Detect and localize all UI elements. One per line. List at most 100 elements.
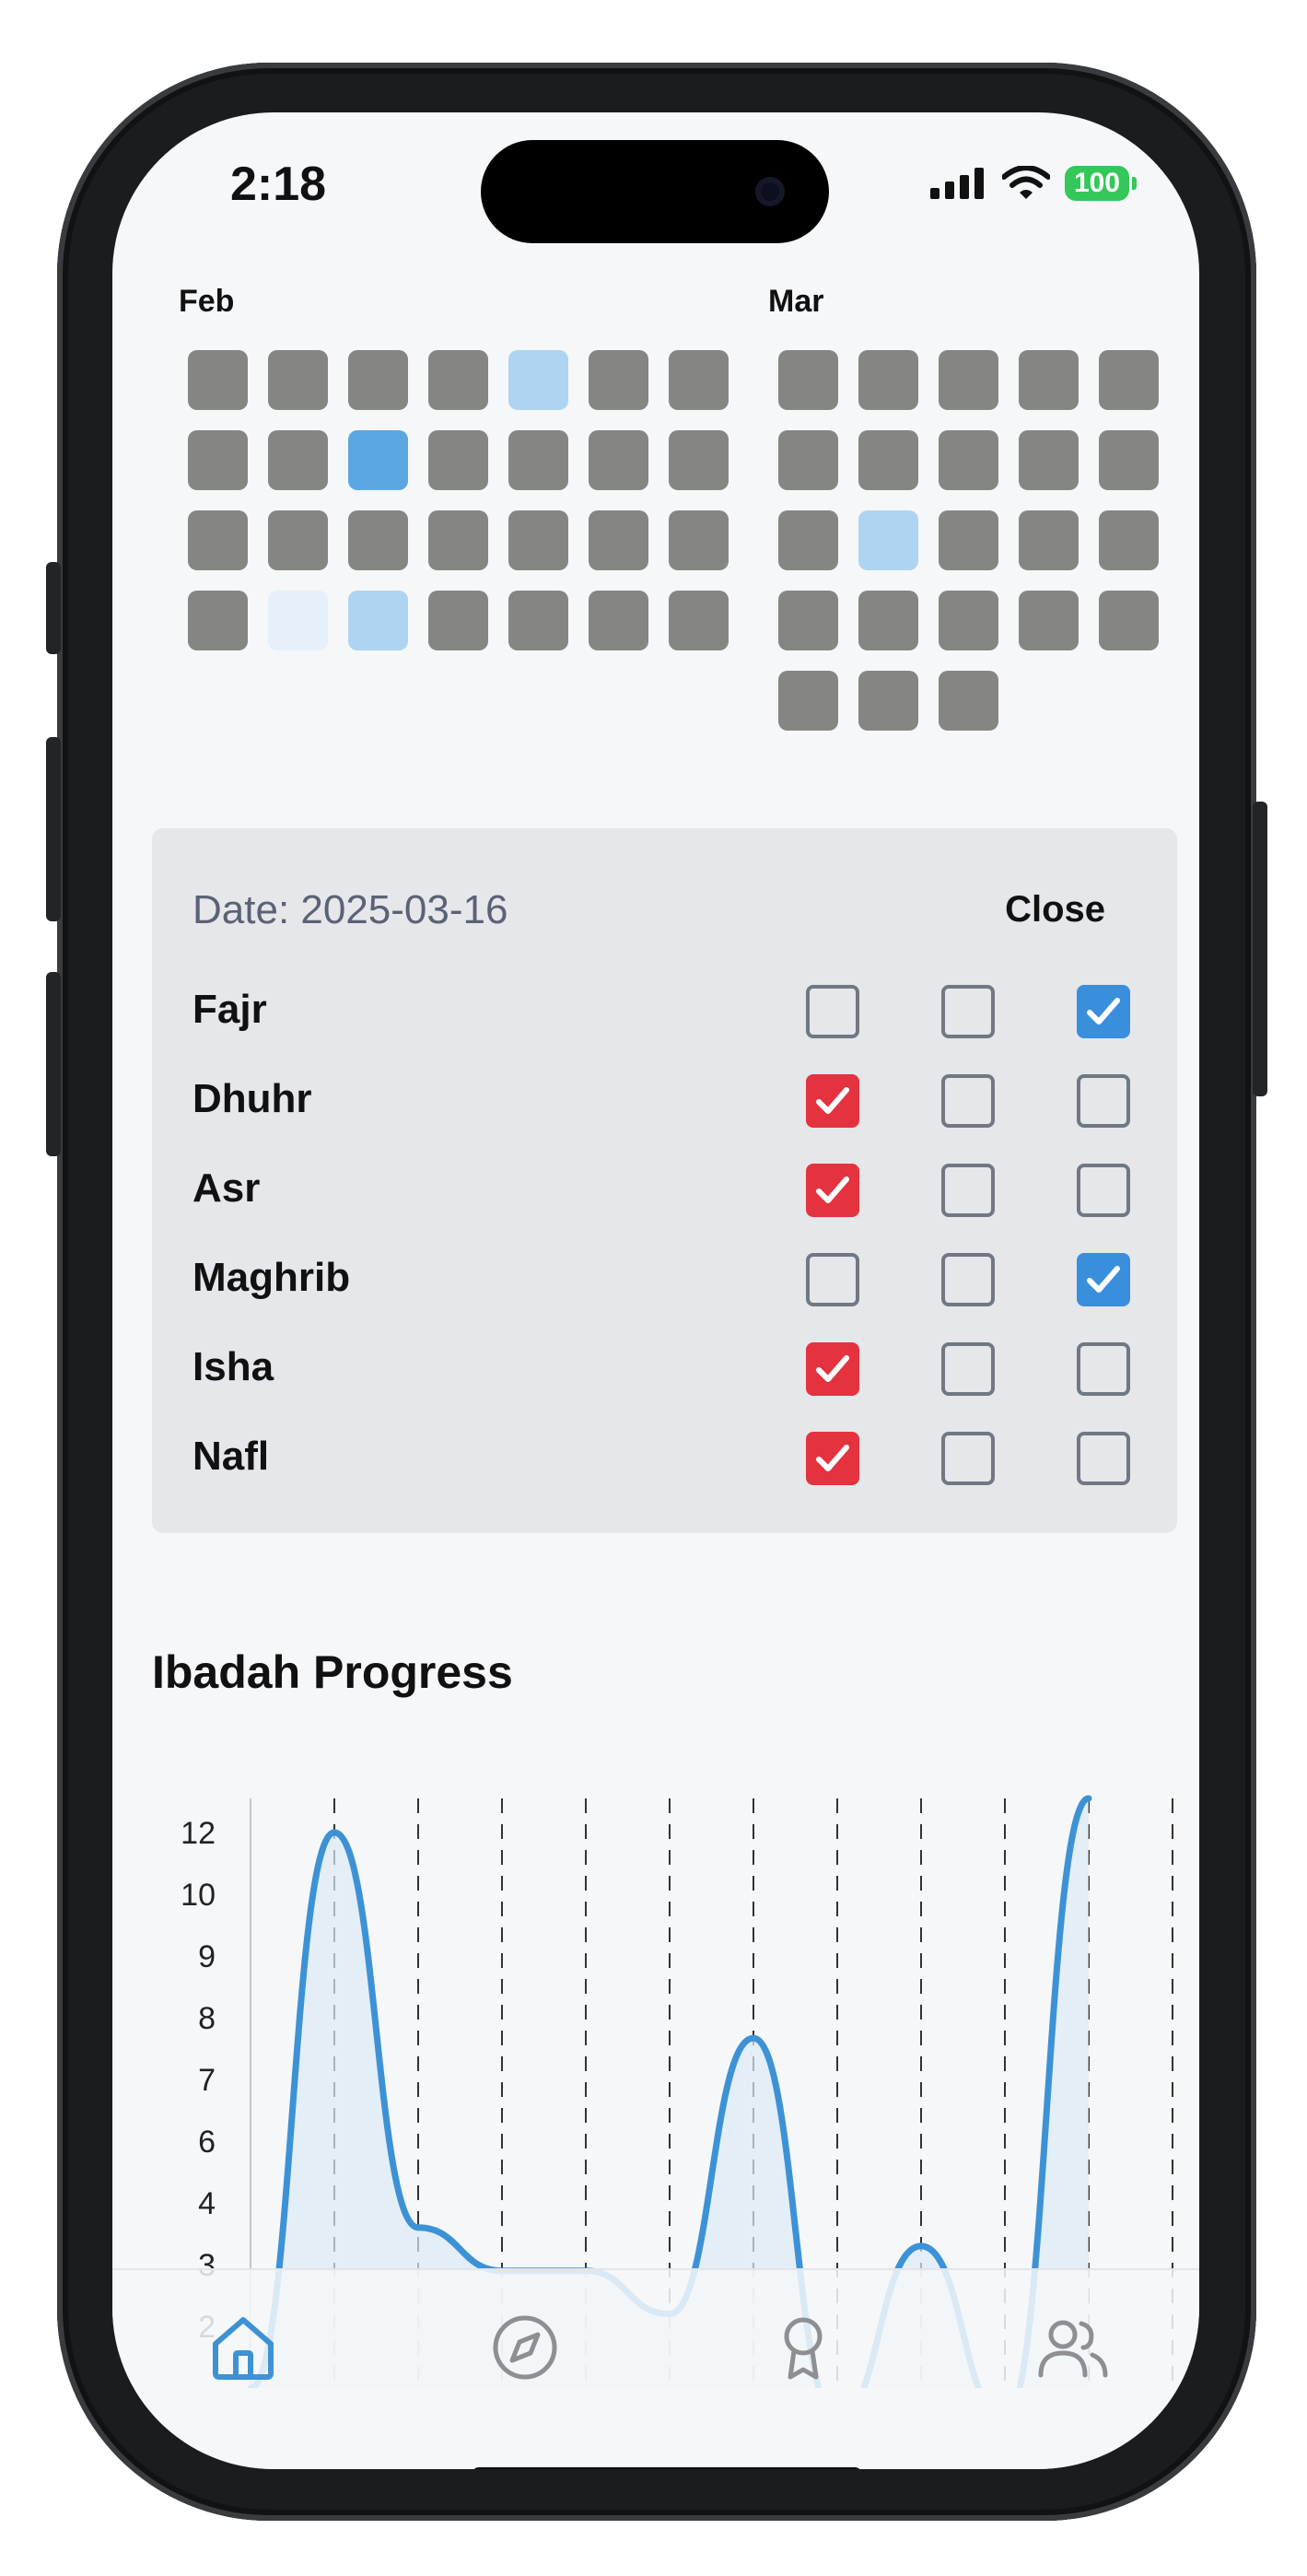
tab-bar bbox=[112, 2268, 1199, 2469]
home-icon[interactable] bbox=[206, 2311, 280, 2384]
y-tick-label: 10 bbox=[181, 1878, 216, 1913]
prayer-checkbox-1[interactable] bbox=[806, 1253, 859, 1306]
y-tick-label: 4 bbox=[198, 2186, 216, 2221]
prayer-name: Asr bbox=[193, 1165, 261, 1211]
calendar-day-mar-2[interactable] bbox=[858, 350, 918, 410]
calendar-day-feb-15[interactable] bbox=[188, 510, 248, 570]
prayer-checkbox-3[interactable] bbox=[1077, 985, 1130, 1038]
status-time: 2:18 bbox=[230, 158, 327, 211]
prayer-name: Fajr bbox=[193, 987, 267, 1032]
calendar-day-feb-17[interactable] bbox=[348, 510, 408, 570]
power-button bbox=[1253, 802, 1267, 1096]
calendar-day-feb-28[interactable] bbox=[669, 591, 729, 650]
calendar-day-mar-3[interactable] bbox=[939, 350, 998, 410]
calendar-day-mar-10[interactable] bbox=[1099, 430, 1159, 490]
calendar-day-feb-6[interactable] bbox=[589, 350, 648, 410]
prayer-name: Isha bbox=[193, 1344, 274, 1389]
calendar-day-feb-12[interactable] bbox=[508, 430, 568, 490]
calendar-day-feb-23[interactable] bbox=[268, 591, 328, 650]
y-tick-label: 6 bbox=[198, 2125, 216, 2160]
calendar-day-mar-15[interactable] bbox=[1099, 510, 1159, 570]
prayer-checkbox-2[interactable] bbox=[941, 1342, 995, 1396]
close-button[interactable]: Close bbox=[1005, 889, 1105, 931]
prayer-checkbox-3[interactable] bbox=[1077, 1342, 1130, 1396]
day-detail-panel: Date: 2025-03-16 Close Fajr Dhuhr Asr Maghr… bbox=[152, 828, 1177, 1533]
prayer-checkbox-2[interactable] bbox=[941, 1164, 995, 1217]
status-icons: 100 bbox=[929, 166, 1138, 201]
calendar-day-mar-14[interactable] bbox=[1019, 510, 1079, 570]
y-tick-label: 12 bbox=[181, 1816, 216, 1851]
calendar-day-feb-4[interactable] bbox=[428, 350, 488, 410]
month-label-mar: Mar bbox=[768, 284, 824, 319]
prayer-row-dhuhr: Dhuhr bbox=[152, 1056, 1177, 1146]
prayer-checkbox-3[interactable] bbox=[1077, 1164, 1130, 1217]
month-label-feb: Feb bbox=[179, 284, 235, 319]
prayer-checkbox-1[interactable] bbox=[806, 985, 859, 1038]
award-icon[interactable] bbox=[766, 2311, 840, 2384]
calendar-day-feb-19[interactable] bbox=[508, 510, 568, 570]
calendar-day-mar-22[interactable] bbox=[858, 671, 918, 731]
prayer-checkbox-1[interactable] bbox=[806, 1342, 859, 1396]
calendar-day-mar-9[interactable] bbox=[1019, 430, 1079, 490]
calendar-day-feb-8[interactable] bbox=[188, 430, 248, 490]
calendar-day-feb-5[interactable] bbox=[508, 350, 568, 410]
prayer-checkbox-2[interactable] bbox=[941, 1432, 995, 1485]
calendar-day-feb-14[interactable] bbox=[669, 430, 729, 490]
users-icon[interactable] bbox=[1035, 2311, 1109, 2384]
calendar-day-mar-5[interactable] bbox=[1099, 350, 1159, 410]
prayer-row-isha: Isha bbox=[152, 1324, 1177, 1414]
calendar-day-mar-8[interactable] bbox=[939, 430, 998, 490]
prayer-checkbox-2[interactable] bbox=[941, 1074, 995, 1128]
camera-icon bbox=[755, 177, 785, 206]
prayer-row-asr: Asr bbox=[152, 1145, 1177, 1235]
calendar-day-feb-16[interactable] bbox=[268, 510, 328, 570]
calendar-grid-feb bbox=[188, 350, 729, 650]
calendar-day-feb-21[interactable] bbox=[669, 510, 729, 570]
calendar-day-mar-4[interactable] bbox=[1019, 350, 1079, 410]
calendar-day-mar-1[interactable] bbox=[778, 350, 838, 410]
calendar-day-feb-27[interactable] bbox=[589, 591, 648, 650]
calendar-day-feb-11[interactable] bbox=[428, 430, 488, 490]
calendar-day-feb-24[interactable] bbox=[348, 591, 408, 650]
calendar-day-feb-9[interactable] bbox=[268, 430, 328, 490]
prayer-checkbox-3[interactable] bbox=[1077, 1074, 1130, 1128]
calendar-day-mar-6[interactable] bbox=[778, 430, 838, 490]
calendar-day-mar-12[interactable] bbox=[858, 510, 918, 570]
signal-icon bbox=[929, 168, 984, 199]
wifi-icon bbox=[1001, 166, 1050, 199]
selected-date: Date: 2025-03-16 bbox=[193, 887, 508, 932]
calendar-day-mar-18[interactable] bbox=[939, 591, 998, 650]
y-tick-label: 8 bbox=[198, 2001, 216, 2036]
prayer-row-nafl: Nafl bbox=[152, 1413, 1177, 1504]
calendar-day-feb-2[interactable] bbox=[268, 350, 328, 410]
calendar-day-feb-7[interactable] bbox=[669, 350, 729, 410]
prayer-checkbox-1[interactable] bbox=[806, 1164, 859, 1217]
calendar-day-feb-10[interactable] bbox=[348, 430, 408, 490]
prayer-checkbox-2[interactable] bbox=[941, 1253, 995, 1306]
prayer-checkbox-2[interactable] bbox=[941, 985, 995, 1038]
calendar-day-feb-1[interactable] bbox=[188, 350, 248, 410]
calendar-day-feb-20[interactable] bbox=[589, 510, 648, 570]
prayer-checkbox-1[interactable] bbox=[806, 1074, 859, 1128]
calendar-day-mar-17[interactable] bbox=[858, 591, 918, 650]
calendar-day-mar-16[interactable] bbox=[778, 591, 838, 650]
calendar-day-feb-13[interactable] bbox=[589, 430, 648, 490]
calendar-day-mar-13[interactable] bbox=[939, 510, 998, 570]
calendar-day-feb-18[interactable] bbox=[428, 510, 488, 570]
prayer-checkbox-1[interactable] bbox=[806, 1432, 859, 1485]
calendar-day-mar-19[interactable] bbox=[1019, 591, 1079, 650]
calendar-day-feb-22[interactable] bbox=[188, 591, 248, 650]
calendar-day-mar-21[interactable] bbox=[778, 671, 838, 731]
compass-icon[interactable] bbox=[488, 2311, 562, 2384]
volume-down-button bbox=[46, 972, 61, 1156]
calendar-day-mar-23[interactable] bbox=[939, 671, 998, 731]
calendar-day-mar-11[interactable] bbox=[778, 510, 838, 570]
prayer-checkbox-3[interactable] bbox=[1077, 1432, 1130, 1485]
section-title: Ibadah Progress bbox=[152, 1646, 513, 1698]
calendar-day-feb-3[interactable] bbox=[348, 350, 408, 410]
calendar-day-mar-7[interactable] bbox=[858, 430, 918, 490]
calendar-day-feb-26[interactable] bbox=[508, 591, 568, 650]
prayer-checkbox-3[interactable] bbox=[1077, 1253, 1130, 1306]
calendar-day-mar-20[interactable] bbox=[1099, 591, 1159, 650]
calendar-day-feb-25[interactable] bbox=[428, 591, 488, 650]
